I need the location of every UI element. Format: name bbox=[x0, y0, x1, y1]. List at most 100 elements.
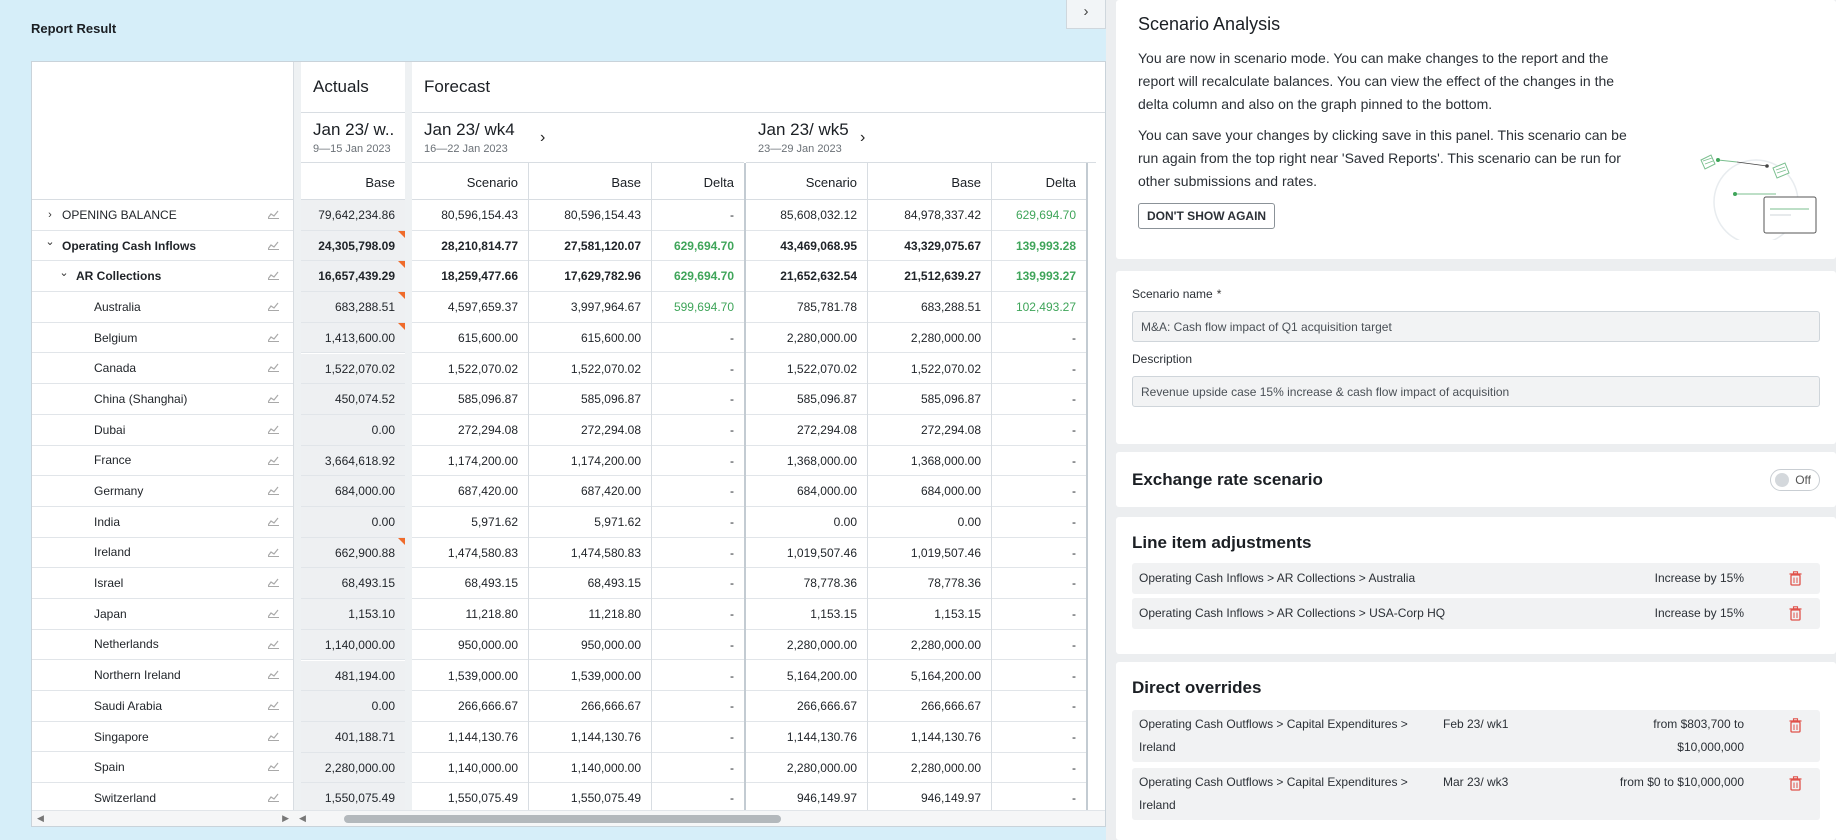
table-cell[interactable]: 1,413,600.00 bbox=[301, 322, 405, 354]
table-cell[interactable]: - bbox=[651, 630, 744, 661]
table-cell[interactable]: 629,694.70 bbox=[651, 231, 744, 262]
table-cell[interactable]: - bbox=[991, 384, 1086, 415]
table-cell[interactable]: 2,280,000.00 bbox=[867, 630, 991, 661]
table-cell[interactable]: 272,294.08 bbox=[528, 415, 651, 446]
table-cell[interactable]: 684,000.00 bbox=[301, 476, 405, 507]
table-cell[interactable]: 0.00 bbox=[301, 507, 405, 538]
line-item-adjustment[interactable]: Operating Cash Inflows > AR Collections … bbox=[1132, 563, 1820, 594]
table-cell[interactable]: 0.00 bbox=[301, 414, 405, 446]
table-cell[interactable]: 629,694.70 bbox=[991, 200, 1086, 231]
table-cell[interactable]: 272,294.08 bbox=[867, 415, 991, 446]
table-cell[interactable]: 1,153.10 bbox=[301, 599, 405, 630]
table-cell[interactable]: 0.00 bbox=[867, 507, 991, 538]
table-cell[interactable]: - bbox=[991, 323, 1086, 354]
table-cell[interactable]: 5,164,200.00 bbox=[746, 661, 867, 692]
table-cell[interactable]: 1,474,580.83 bbox=[412, 538, 528, 569]
horizontal-scrollbar-data[interactable]: ◀ bbox=[294, 810, 1105, 826]
graph-icon[interactable] bbox=[268, 792, 279, 803]
chevron-down-icon[interactable]: ⌄ bbox=[44, 235, 56, 248]
horizontal-scrollbar-labels[interactable]: ◀ ▶ bbox=[32, 810, 294, 826]
table-cell[interactable]: 401,188.71 bbox=[301, 721, 405, 753]
table-cell[interactable]: 1,174,200.00 bbox=[412, 446, 528, 477]
table-cell[interactable]: 16,657,439.29 bbox=[301, 261, 405, 293]
table-cell[interactable]: 0.00 bbox=[301, 691, 405, 722]
table-cell[interactable]: - bbox=[651, 568, 744, 600]
trash-icon[interactable] bbox=[1789, 718, 1802, 733]
table-cell[interactable]: 2,280,000.00 bbox=[867, 753, 991, 784]
table-cell[interactable]: 28,210,814.77 bbox=[412, 231, 528, 262]
row-label[interactable]: ⌄ Operating Cash Inflows bbox=[32, 231, 293, 262]
row-label[interactable]: Singapore bbox=[32, 722, 293, 753]
row-label[interactable]: Australia bbox=[32, 292, 293, 323]
graph-icon[interactable] bbox=[268, 270, 279, 281]
table-cell[interactable]: 27,581,120.07 bbox=[528, 231, 651, 262]
scenario-name-field[interactable] bbox=[1132, 311, 1820, 342]
table-cell[interactable]: - bbox=[651, 323, 744, 354]
table-cell[interactable]: 1,140,000.00 bbox=[412, 753, 528, 784]
line-item-adjustment[interactable]: Operating Cash Inflows > AR Collections … bbox=[1132, 598, 1820, 629]
table-cell[interactable]: 585,096.87 bbox=[867, 384, 991, 415]
table-cell[interactable]: 585,096.87 bbox=[412, 384, 528, 415]
table-cell[interactable]: 43,329,075.67 bbox=[867, 231, 991, 262]
table-cell[interactable]: 266,666.67 bbox=[528, 691, 651, 722]
graph-icon[interactable] bbox=[268, 608, 279, 618]
table-cell[interactable]: 68,493.15 bbox=[412, 568, 528, 600]
table-cell[interactable]: 1,153.15 bbox=[867, 599, 991, 630]
row-label[interactable]: Japan bbox=[32, 599, 293, 630]
table-cell[interactable]: 1,144,130.76 bbox=[412, 722, 528, 753]
table-cell[interactable]: 21,512,639.27 bbox=[867, 261, 991, 293]
table-cell[interactable]: 11,218.80 bbox=[412, 599, 528, 630]
table-cell[interactable]: 684,000.00 bbox=[746, 476, 867, 507]
table-cell[interactable]: 266,666.67 bbox=[746, 691, 867, 722]
week-header[interactable]: Jan 23/ wk4 16—22 Jan 2023 › bbox=[412, 113, 744, 163]
table-cell[interactable]: - bbox=[651, 384, 744, 415]
table-cell[interactable]: 11,218.80 bbox=[528, 599, 651, 630]
table-cell[interactable]: 1,539,000.00 bbox=[528, 661, 651, 692]
table-cell[interactable]: 79,642,234.86 bbox=[301, 200, 405, 231]
table-cell[interactable]: 1,522,070.02 bbox=[301, 353, 405, 385]
graph-icon[interactable] bbox=[268, 424, 279, 434]
table-cell[interactable]: - bbox=[991, 722, 1086, 753]
direct-override[interactable]: Operating Cash Outflows > Capital Expend… bbox=[1132, 768, 1820, 820]
table-cell[interactable]: 5,971.62 bbox=[528, 507, 651, 538]
row-label[interactable]: Spain bbox=[32, 752, 293, 784]
table-cell[interactable]: 266,666.67 bbox=[867, 691, 991, 722]
graph-icon[interactable] bbox=[268, 332, 279, 342]
table-cell[interactable]: 272,294.08 bbox=[746, 415, 867, 446]
graph-icon[interactable] bbox=[268, 639, 279, 649]
table-cell[interactable]: 585,096.87 bbox=[528, 384, 651, 415]
table-cell[interactable]: 1,019,507.46 bbox=[746, 538, 867, 569]
table-cell[interactable]: - bbox=[651, 691, 744, 722]
row-label[interactable]: Dubai bbox=[32, 415, 293, 446]
table-cell[interactable]: 785,781.78 bbox=[746, 292, 867, 323]
table-cell[interactable]: 950,000.00 bbox=[528, 630, 651, 661]
table-cell[interactable]: 5,164,200.00 bbox=[867, 661, 991, 692]
table-cell[interactable]: - bbox=[651, 354, 744, 385]
graph-icon[interactable] bbox=[268, 393, 279, 404]
table-cell[interactable]: 78,778.36 bbox=[746, 568, 867, 600]
table-cell[interactable]: - bbox=[991, 507, 1086, 538]
table-cell[interactable]: 78,778.36 bbox=[867, 568, 991, 600]
table-cell[interactable]: 2,280,000.00 bbox=[746, 630, 867, 661]
table-cell[interactable]: - bbox=[651, 661, 744, 692]
table-cell[interactable]: 1,140,000.00 bbox=[528, 753, 651, 784]
table-cell[interactable]: 687,420.00 bbox=[528, 476, 651, 507]
row-label[interactable]: France bbox=[32, 446, 293, 477]
chevron-right-icon[interactable]: › bbox=[860, 129, 865, 147]
graph-icon[interactable] bbox=[268, 455, 279, 465]
trash-icon[interactable] bbox=[1789, 571, 1802, 586]
table-cell[interactable]: - bbox=[651, 415, 744, 446]
table-cell[interactable]: - bbox=[991, 354, 1086, 385]
table-cell[interactable]: 1,522,070.02 bbox=[867, 354, 991, 385]
graph-icon[interactable] bbox=[268, 700, 279, 710]
row-label[interactable]: China (Shanghai) bbox=[32, 384, 293, 415]
week-header[interactable]: Jan 23/ wk5 23—29 Jan 2023 › bbox=[746, 113, 1096, 163]
table-cell[interactable]: 1,539,000.00 bbox=[412, 661, 528, 692]
table-cell[interactable]: - bbox=[651, 722, 744, 753]
row-label[interactable]: Israel bbox=[32, 568, 293, 599]
scrollbar-thumb[interactable] bbox=[344, 815, 781, 823]
graph-icon[interactable] bbox=[268, 209, 279, 219]
row-label[interactable]: › OPENING BALANCE bbox=[32, 200, 293, 231]
chevron-right-icon[interactable]: › bbox=[540, 129, 545, 147]
table-cell[interactable]: 1,144,130.76 bbox=[528, 722, 651, 753]
